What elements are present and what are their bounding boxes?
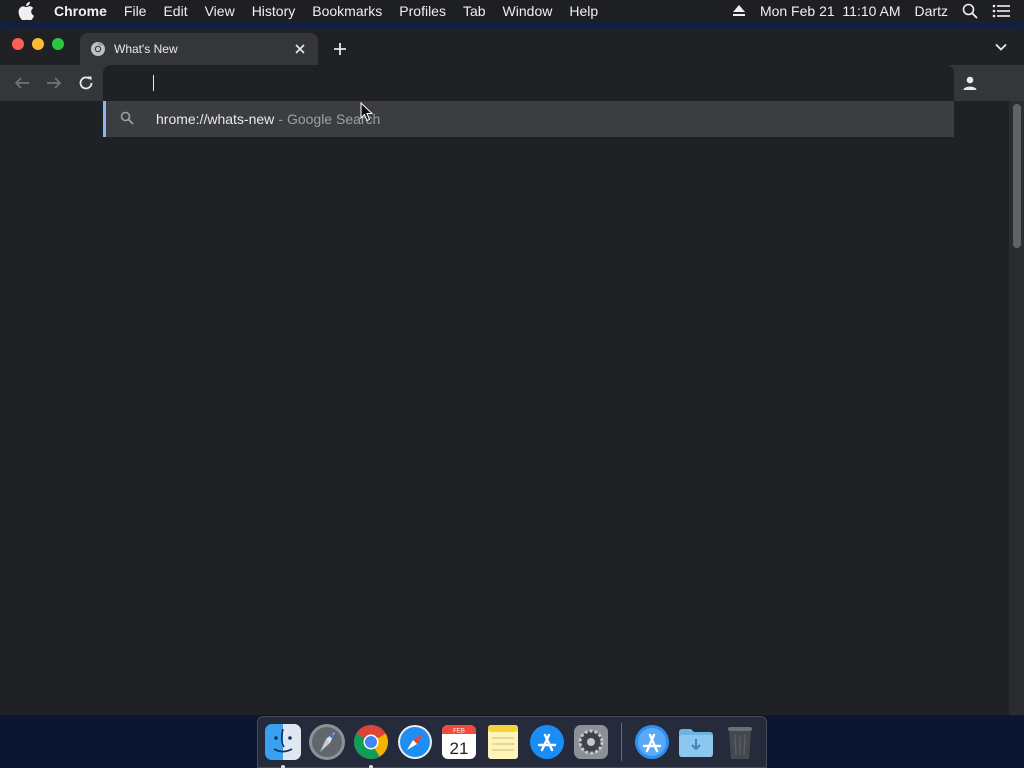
menu-tab[interactable]: Tab xyxy=(463,3,486,19)
dock-separator xyxy=(621,723,622,761)
tab-search-chevron-down-icon[interactable] xyxy=(994,40,1010,56)
mouse-pointer-icon xyxy=(360,101,374,122)
trash-icon xyxy=(728,727,752,759)
dock-applications[interactable] xyxy=(632,722,672,762)
dock-notes[interactable] xyxy=(483,722,523,762)
forward-arrow-icon[interactable] xyxy=(44,73,64,93)
spotlight-search-icon[interactable] xyxy=(962,3,978,19)
dock-chrome[interactable] xyxy=(351,722,391,768)
system-preferences-icon xyxy=(574,725,608,759)
apple-icon[interactable] xyxy=(18,2,38,20)
finder-icon xyxy=(265,724,301,760)
tab-title: What's New xyxy=(114,42,178,56)
dock-finder[interactable] xyxy=(263,722,303,768)
notes-icon xyxy=(488,725,518,759)
minimize-window-button[interactable] xyxy=(32,38,44,50)
suggestion-separator: - xyxy=(278,111,283,127)
page-content xyxy=(0,101,1024,715)
safari-icon xyxy=(398,725,432,759)
menu-edit[interactable]: Edit xyxy=(163,3,187,19)
chrome-icon xyxy=(90,41,106,57)
downloads-folder-icon xyxy=(679,729,713,757)
dock-safari[interactable] xyxy=(395,722,435,762)
calendar-day: 21 xyxy=(450,739,469,758)
applications-folder-icon xyxy=(635,725,669,759)
menu-bar-extras: Mon Feb 21 11:10 AM Dartz xyxy=(732,0,1010,22)
menu-profiles[interactable]: Profiles xyxy=(399,3,446,19)
menu-view[interactable]: View xyxy=(205,3,235,19)
tab-strip: What's New xyxy=(0,29,1024,65)
suggestion-text: hrome://whats-new xyxy=(156,111,275,127)
chrome-window: What's New hrome://whats-new - Google Se… xyxy=(0,29,1024,715)
menu-datetime[interactable]: Mon Feb 21 11:10 AM xyxy=(760,3,901,19)
scrollbar-thumb[interactable] xyxy=(1013,104,1021,248)
close-window-button[interactable] xyxy=(12,38,24,50)
omnibox-suggestion[interactable]: hrome://whats-new - Google Search xyxy=(103,101,954,137)
menu-window[interactable]: Window xyxy=(503,3,553,19)
profile-avatar-icon[interactable] xyxy=(960,73,980,93)
menu-file[interactable]: File xyxy=(124,3,147,19)
reload-icon[interactable] xyxy=(76,73,96,93)
menu-user[interactable]: Dartz xyxy=(915,3,948,19)
dock: FEB 21 xyxy=(257,716,767,768)
search-icon xyxy=(120,111,136,127)
text-caret xyxy=(153,75,154,91)
menu-history[interactable]: History xyxy=(252,3,296,19)
chrome-icon xyxy=(354,725,388,759)
back-arrow-icon[interactable] xyxy=(12,73,32,93)
dock-launchpad[interactable] xyxy=(307,722,347,762)
new-tab-plus-icon[interactable] xyxy=(330,39,350,59)
vertical-scrollbar[interactable] xyxy=(1009,101,1024,715)
address-bar-input[interactable] xyxy=(151,73,931,93)
app-store-icon xyxy=(530,725,564,759)
menu-bar: Chrome File Edit View History Bookmarks … xyxy=(0,0,1024,22)
menu-app-name[interactable]: Chrome xyxy=(54,3,107,19)
dock-system-preferences[interactable] xyxy=(571,722,611,762)
tab-whats-new[interactable]: What's New xyxy=(80,33,318,65)
launchpad-icon xyxy=(309,724,345,760)
calendar-icon: FEB 21 xyxy=(442,725,476,759)
dock-app-store[interactable] xyxy=(527,722,567,762)
close-tab-icon[interactable] xyxy=(292,41,308,57)
menu-bookmarks[interactable]: Bookmarks xyxy=(312,3,382,19)
window-controls xyxy=(12,38,64,50)
eject-icon[interactable] xyxy=(732,5,746,17)
control-center-list-icon[interactable] xyxy=(992,4,1010,18)
browser-toolbar xyxy=(0,65,1024,101)
dock-trash[interactable] xyxy=(720,722,760,762)
menu-help[interactable]: Help xyxy=(569,3,598,19)
zoom-window-button[interactable] xyxy=(52,38,64,50)
omnibox[interactable] xyxy=(103,65,954,101)
calendar-month: FEB xyxy=(453,729,465,735)
dock-downloads[interactable] xyxy=(676,722,716,762)
dock-calendar[interactable]: FEB 21 xyxy=(439,722,479,762)
